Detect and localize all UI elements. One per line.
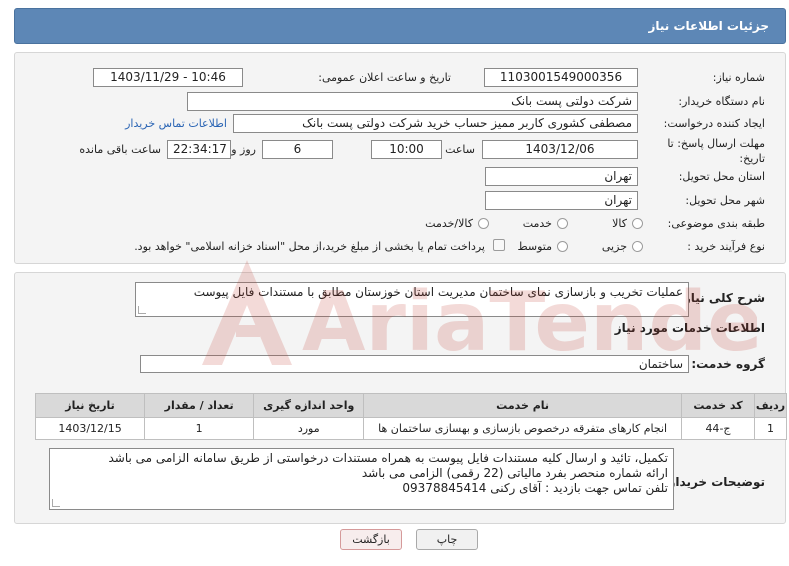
requester-label: ایجاد کننده درخواست: — [663, 117, 765, 130]
process-minor-radio[interactable] — [632, 241, 643, 252]
need-info-panel: شماره نیاز: 1103001549000356 تاریخ و ساع… — [14, 52, 786, 264]
service-group-field: ساختمان — [140, 355, 689, 373]
treasury-payment-checkbox[interactable] — [493, 239, 505, 251]
service-group-label: گروه خدمت: — [691, 357, 765, 371]
resize-grip-icon[interactable] — [52, 499, 60, 507]
deadline-date-field: 1403/12/06 — [482, 140, 638, 159]
category-both-label: کالا/خدمت — [425, 217, 473, 230]
page-header: جزئیات اطلاعات نیاز — [14, 8, 786, 44]
category-service-label: خدمت — [522, 217, 552, 230]
summary-textarea: عملیات تخریب و بازسازی نمای ساختمان مدیر… — [135, 282, 689, 317]
buyer-contact-link[interactable]: اطلاعات تماس خریدار — [125, 117, 227, 130]
services-table: ردیف کد خدمت نام خدمت واحد اندازه گیری ت… — [34, 393, 787, 440]
category-label: طبقه بندی موضوعی: — [667, 217, 765, 230]
process-medium-radio[interactable] — [557, 241, 568, 252]
buyer-org-label: نام دستگاه خریدار: — [678, 95, 765, 108]
days-label: روز و — [231, 143, 256, 156]
deadline-date-label: تاریخ: — [739, 152, 765, 165]
category-goods-radio[interactable] — [632, 218, 643, 229]
deadline-label: مهلت ارسال پاسخ: تا — [667, 137, 765, 150]
days-remaining-field: 6 — [262, 140, 333, 159]
buyer-notes-line: تکمیل، تائید و ارسال کلیه مستندات فایل پ… — [108, 451, 668, 465]
process-minor-label: جزیی — [601, 240, 627, 253]
table-row: 1 ج-44 انجام کارهای متفرقه درخصوص بازساز… — [34, 417, 787, 440]
deadline-time-label: ساعت — [445, 143, 475, 156]
need-number-field: 1103001549000356 — [484, 68, 638, 87]
cell-quantity: 1 — [144, 417, 255, 440]
announce-date-label: تاریخ و ساعت اعلان عمومی: — [318, 71, 451, 84]
buyer-notes-line: ارائه شماره منحصر بفرد مالیاتی (22 رقمی)… — [361, 466, 668, 480]
remaining-time-field: 22:34:17 — [167, 140, 231, 159]
summary-label: شرح کلی نیاز: — [679, 291, 765, 305]
col-header-need-date: تاریخ نیاز — [34, 393, 146, 418]
buyer-notes-label: توضیحات خریدار: — [663, 475, 765, 489]
summary-text: عملیات تخریب و بازسازی نمای ساختمان مدیر… — [193, 285, 683, 299]
col-header-service-code: کد خدمت — [680, 393, 756, 418]
cell-service-name: انجام کارهای متفرقه درخصوص بازسازی و بهس… — [363, 417, 682, 440]
back-button[interactable]: بازگشت — [340, 529, 402, 550]
resize-grip-icon[interactable] — [138, 306, 146, 314]
need-details-panel: شرح کلی نیاز: عملیات تخریب و بازسازی نما… — [14, 272, 787, 524]
col-header-quantity: تعداد / مقدار — [144, 393, 255, 418]
requester-field: مصطفی کشوری کاربر ممیز حساب خرید شرکت دو… — [233, 114, 638, 133]
announce-date-field: 1403/11/29 - 10:46 — [93, 68, 243, 87]
city-label: شهر محل تحویل: — [685, 194, 765, 207]
page-title: جزئیات اطلاعات نیاز — [648, 19, 769, 33]
category-service-radio[interactable] — [557, 218, 568, 229]
process-medium-label: متوسط — [517, 240, 552, 253]
col-header-service-name: نام خدمت — [363, 393, 682, 418]
table-header-row: ردیف کد خدمت نام خدمت واحد اندازه گیری ت… — [34, 393, 787, 418]
buyer-notes-line: تلفن تماس جهت بازدید : آقای رکنی 0937884… — [402, 481, 668, 495]
buyer-org-field: شرکت دولتی پست بانک — [187, 92, 638, 111]
col-header-unit: واحد اندازه گیری — [253, 393, 365, 418]
category-goods-label: کالا — [612, 217, 627, 230]
province-label: استان محل تحویل: — [678, 170, 765, 183]
category-both-radio[interactable] — [478, 218, 489, 229]
province-field: تهران — [485, 167, 638, 186]
buyer-notes-textarea: تکمیل، تائید و ارسال کلیه مستندات فایل پ… — [49, 448, 674, 510]
cell-row-number: 1 — [754, 417, 787, 440]
col-header-row-number: ردیف — [754, 393, 787, 418]
remaining-time-label: ساعت باقی مانده — [79, 143, 161, 156]
process-type-label: نوع فرآیند خرید : — [687, 240, 765, 253]
services-heading: اطلاعات خدمات مورد نیاز — [614, 321, 765, 335]
cell-service-code: ج-44 — [680, 417, 756, 440]
treasury-payment-note: پرداخت تمام یا بخشی از مبلغ خرید،از محل … — [134, 240, 485, 253]
cell-need-date: 1403/12/15 — [34, 417, 146, 440]
city-field: تهران — [485, 191, 638, 210]
need-number-label: شماره نیاز: — [712, 71, 765, 84]
cell-unit: مورد — [253, 417, 365, 440]
print-button[interactable]: چاپ — [416, 529, 478, 550]
deadline-time-field: 10:00 — [371, 140, 442, 159]
